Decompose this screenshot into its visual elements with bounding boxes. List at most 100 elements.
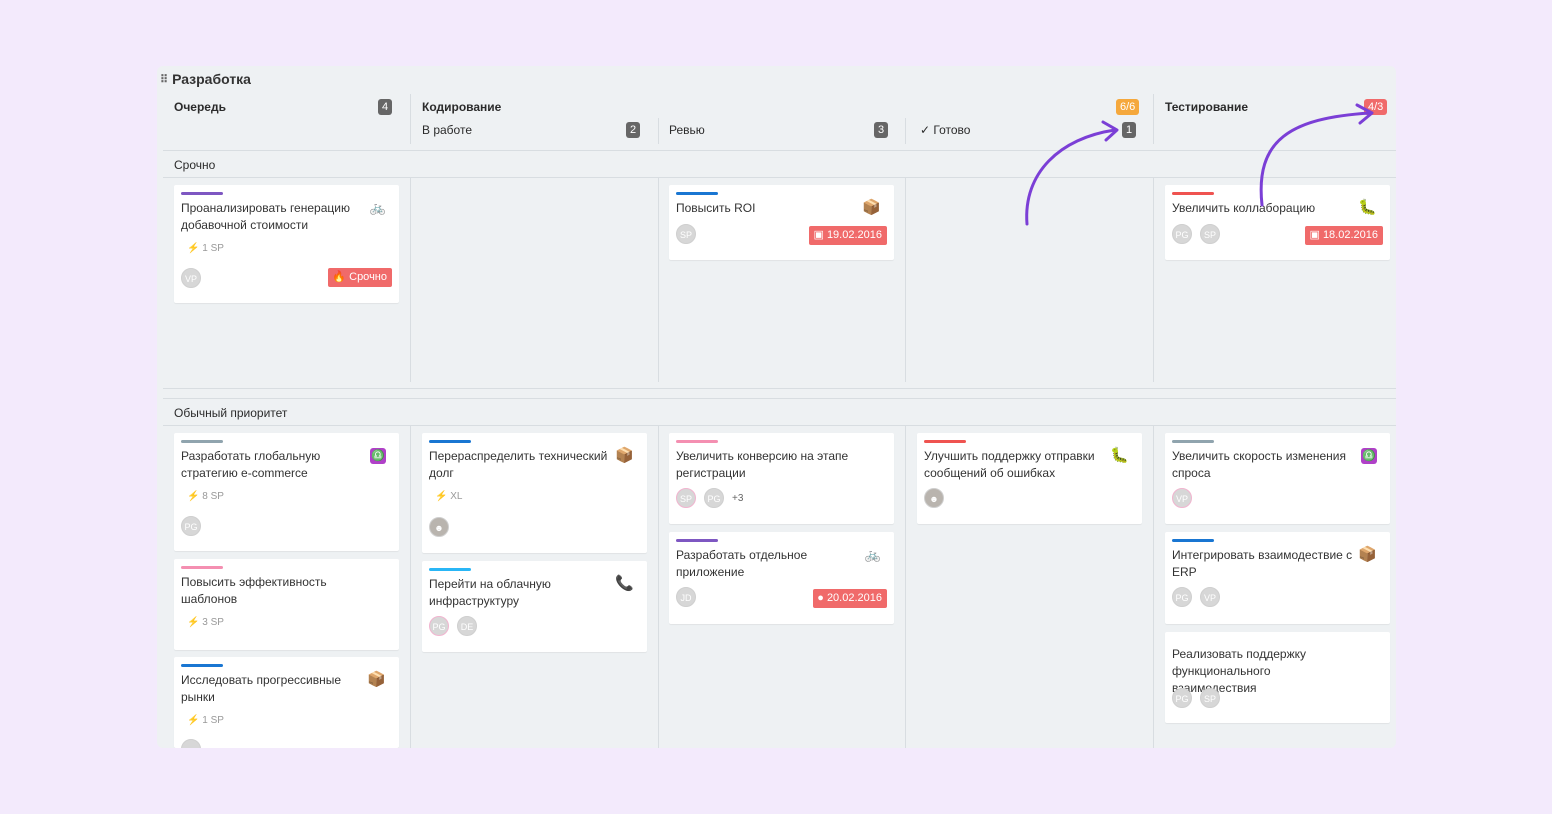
card-title: Повысить ROI xyxy=(676,201,756,215)
avatar[interactable]: PG xyxy=(704,488,724,508)
column-divider xyxy=(410,426,411,748)
card-title: Разработать отдельное приложение xyxy=(676,548,808,579)
story-points: ⚡ XL xyxy=(435,491,463,502)
task-card[interactable]: Перейти на облачную инфраструктуру 📞 PG … xyxy=(422,561,647,652)
card-color-stripe xyxy=(676,539,718,542)
avatar[interactable]: VP xyxy=(1172,488,1192,508)
lane-normal-header[interactable]: Обычный приоритет xyxy=(163,398,1396,426)
grip-dots-icon[interactable]: ⠿ xyxy=(160,73,168,86)
column-done-header[interactable]: ✓ Готово xyxy=(920,123,970,137)
package-icon: 📦 xyxy=(367,671,386,688)
column-divider xyxy=(1153,94,1154,144)
column-divider xyxy=(658,118,659,144)
package-icon: 📦 xyxy=(615,447,634,464)
libra-icon: ♎ xyxy=(1361,448,1377,464)
user-photo-avatar[interactable]: ☻ xyxy=(924,488,944,508)
card-title: Повысить эффективность шаблонов xyxy=(181,575,327,606)
avatar[interactable]: SP xyxy=(1200,224,1220,244)
avatar[interactable]: VP xyxy=(1200,587,1220,607)
column-review-header[interactable]: Ревью xyxy=(669,123,705,137)
card-title: Интегрировать взаимодествие с ERP xyxy=(1172,548,1353,579)
column-testing-header[interactable]: Тестирование xyxy=(1165,100,1248,114)
task-card[interactable]: Разработать глобальную стратегию e-comme… xyxy=(174,433,399,551)
column-in-progress-header[interactable]: В работе xyxy=(422,123,472,137)
column-coding-header[interactable]: Кодирование xyxy=(422,100,501,114)
due-date-tag: ● 20.02.2016 xyxy=(813,589,887,608)
task-card[interactable]: Увеличить конверсию на этапе регистрации… xyxy=(669,433,894,524)
avatar[interactable]: DE xyxy=(457,616,477,636)
task-card[interactable]: Повысить ROI 📦 SP ▣ 19.02.2016 xyxy=(669,185,894,260)
avatar[interactable]: PG xyxy=(1172,587,1192,607)
libra-icon: ♎ xyxy=(370,448,386,464)
avatar[interactable]: JD xyxy=(676,587,696,607)
task-card[interactable]: Интегрировать взаимодествие с ERP 📦 PG V… xyxy=(1165,532,1390,624)
bicycle-icon: 🚲 xyxy=(864,547,881,562)
avatar[interactable]: PG xyxy=(1172,224,1192,244)
column-divider xyxy=(658,426,659,748)
column-divider xyxy=(1153,178,1154,382)
card-title: Разработать глобальную стратегию e-comme… xyxy=(181,449,321,480)
column-divider xyxy=(905,426,906,748)
task-card[interactable]: Увеличить скорость изменения спроса ♎ VP xyxy=(1165,433,1390,524)
story-points: ⚡ 8 SP xyxy=(187,491,224,502)
task-card[interactable]: Повысить эффективность шаблонов ⚡ 3 SP xyxy=(174,559,399,650)
task-card[interactable]: Разработать отдельное приложение 🚲 JD ● … xyxy=(669,532,894,624)
card-title: Улучшить поддержку отправки сообщений об… xyxy=(924,449,1095,480)
story-points: ⚡ 3 SP xyxy=(187,617,224,628)
column-divider xyxy=(658,178,659,382)
card-color-stripe xyxy=(1172,440,1214,443)
column-divider xyxy=(905,178,906,382)
phone-icon: 📞 xyxy=(615,575,634,592)
card-color-stripe xyxy=(181,566,223,569)
coding-wip-limit-badge: 6/6 xyxy=(1116,99,1140,115)
column-queue-count: 4 xyxy=(378,99,393,115)
card-color-stripe xyxy=(429,440,471,443)
user-photo-avatar[interactable]: ☻ xyxy=(429,517,449,537)
card-color-stripe xyxy=(676,440,718,443)
avatar[interactable]: VP xyxy=(181,268,201,288)
avatar[interactable]: PG xyxy=(181,516,201,536)
package-icon: 📦 xyxy=(1358,546,1377,563)
avatar[interactable]: SP xyxy=(676,224,696,244)
card-color-stripe xyxy=(429,568,471,571)
card-color-stripe xyxy=(1172,539,1214,542)
card-title: Перераспределить технический долг xyxy=(429,449,608,480)
annotation-arrow xyxy=(1025,120,1119,226)
column-divider xyxy=(905,118,906,144)
card-title: Увеличить конверсию на этапе регистрации xyxy=(676,449,849,480)
due-date-tag: ▣ 19.02.2016 xyxy=(809,226,887,245)
bicycle-icon: 🚲 xyxy=(369,200,386,215)
avatar[interactable]: SP xyxy=(676,488,696,508)
task-card[interactable]: Исследовать прогрессивные рынки 📦 ⚡ 1 SP xyxy=(174,657,399,748)
card-color-stripe xyxy=(181,440,223,443)
column-review-count: 3 xyxy=(874,122,889,138)
card-title: Реализовать поддержку функционального вз… xyxy=(1172,647,1306,695)
avatar[interactable]: PG xyxy=(429,616,449,636)
lane-divider xyxy=(163,388,1396,389)
package-icon: 📦 xyxy=(862,199,881,216)
card-color-stripe xyxy=(924,440,966,443)
task-card[interactable]: Перераспределить технический долг 📦 ⚡ XL… xyxy=(422,433,647,553)
task-card[interactable]: Улучшить поддержку отправки сообщений об… xyxy=(917,433,1142,524)
column-divider xyxy=(1153,426,1154,748)
task-card[interactable]: Проанализировать генерацию добавочной ст… xyxy=(174,185,399,303)
column-divider xyxy=(410,94,411,144)
annotation-arrow xyxy=(1259,103,1374,207)
story-points: ⚡ 1 SP xyxy=(187,715,224,726)
lane-urgent-header[interactable]: Срочно xyxy=(163,150,1396,178)
column-in-progress-count: 2 xyxy=(626,122,641,138)
card-color-stripe xyxy=(181,664,223,667)
task-card[interactable]: Реализовать поддержку функционального вз… xyxy=(1165,632,1390,723)
kanban-board: ⠿ Разработка Очередь 4 Кодирование 6/6 В… xyxy=(157,66,1396,748)
card-color-stripe xyxy=(181,192,223,195)
caterpillar-icon: 🐛 xyxy=(1110,447,1129,464)
column-divider xyxy=(410,178,411,382)
due-date-tag: ▣ 18.02.2016 xyxy=(1305,226,1383,245)
avatar[interactable] xyxy=(181,739,201,748)
column-queue-header[interactable]: Очередь xyxy=(174,100,226,114)
card-title: Увеличить скорость изменения спроса xyxy=(1172,449,1346,480)
avatar[interactable]: SP xyxy=(1200,688,1220,708)
card-title: Проанализировать генерацию добавочной ст… xyxy=(181,201,350,232)
more-assignees-count[interactable]: +3 xyxy=(732,493,743,504)
avatar[interactable]: PG xyxy=(1172,688,1192,708)
